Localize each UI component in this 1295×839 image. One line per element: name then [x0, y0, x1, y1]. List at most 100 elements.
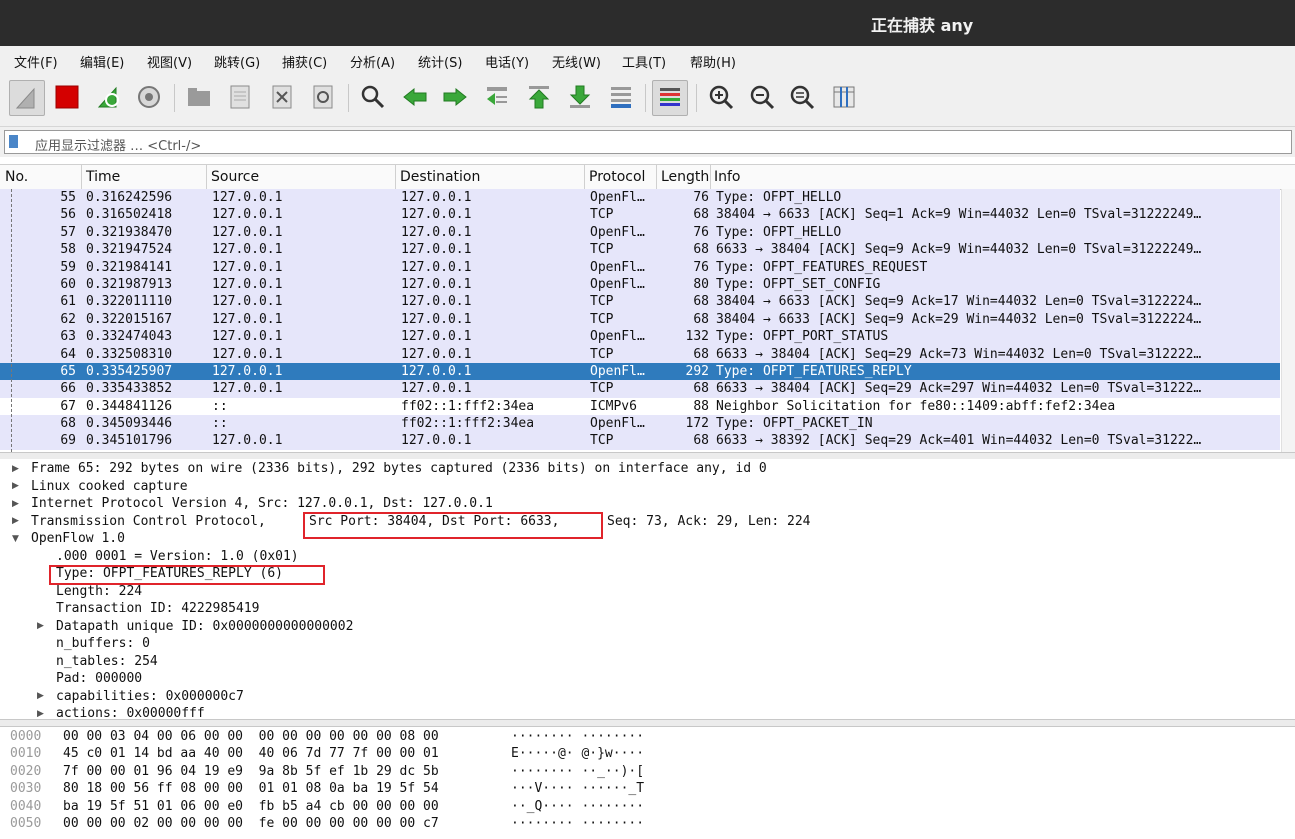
close-file-button[interactable] [267, 82, 297, 112]
packet-row[interactable]: 59 0.321984141 127.0.0.1 127.0.0.1 OpenFl… 76… [0, 258, 1280, 276]
detail-of-ntables[interactable]: n_tables: 254 [56, 653, 158, 670]
detail-ipv4[interactable]: Internet Protocol Version 4, Src: 127.0.… [31, 495, 493, 512]
detail-tcp-prefix[interactable]: Transmission Control Protocol, [31, 513, 266, 530]
detail-linux-cooked[interactable]: Linux cooked capture [31, 478, 188, 495]
detail-of-version[interactable]: .000 0001 = Version: 1.0 (0x01) [56, 548, 299, 565]
start-capture-button[interactable] [9, 80, 45, 116]
cell-time: 0.316242596 [86, 190, 173, 205]
window-title: 正在捕获 any [871, 16, 974, 35]
go-first-button[interactable] [524, 82, 554, 112]
packet-row[interactable]: 60 0.321987913 127.0.0.1 127.0.0.1 OpenFl… 80… [0, 275, 1280, 294]
packet-row[interactable]: 62 0.322015167 127.0.0.1 127.0.0.1 TCP 68 3840… [0, 310, 1280, 329]
go-to-packet-button[interactable] [482, 82, 512, 112]
pane-splitter[interactable] [0, 719, 1295, 727]
menu-view[interactable]: 视图(V) [147, 52, 192, 71]
packet-row[interactable]: 55 0.316242596 127.0.0.1 127.0.0.1 OpenFl… 76… [0, 189, 1280, 207]
cell-source: 127.0.0.1 [212, 311, 283, 327]
hex-ascii: ···V···· ······_T [511, 781, 645, 797]
detail-of-capabilities[interactable]: capabilities: 0x000000c7 [56, 688, 244, 705]
resize-columns-button[interactable] [829, 82, 859, 112]
stop-capture-button[interactable] [52, 82, 82, 112]
go-forward-button[interactable] [440, 82, 470, 112]
menu-file[interactable]: 文件(F) [14, 52, 58, 71]
detail-frame[interactable]: Frame 65: 292 bytes on wire (2336 bits),… [31, 460, 767, 477]
packet-row[interactable]: 56 0.316502418 127.0.0.1 127.0.0.1 TCP 68 3840… [0, 206, 1280, 224]
hex-ascii: ········ ········ [511, 729, 645, 744]
toolbar-separator [348, 84, 349, 112]
packet-row[interactable]: 65 0.335425907 127.0.0.1 127.0.0.1 OpenFl… 29… [0, 362, 1280, 381]
column-length[interactable]: Length [661, 169, 709, 185]
column-no[interactable]: No. [5, 169, 28, 185]
hex-row[interactable]: 0040 ba 19 5f 51 01 06 00 e0 fb b5 a4 cb … [0, 798, 1295, 815]
packet-row[interactable]: 58 0.321947524 127.0.0.1 127.0.0.1 TCP 68 6633… [0, 241, 1280, 259]
hex-row[interactable]: 0030 80 18 00 56 ff 08 00 00 01 01 08 0a … [0, 780, 1295, 797]
hex-row[interactable]: 0050 00 00 00 02 00 00 00 00 fe 00 00 00 … [0, 815, 1295, 832]
hex-row[interactable]: 0010 45 c0 01 14 bd aa 40 00 40 06 7d 77 … [0, 745, 1295, 762]
menu-analyze[interactable]: 分析(A) [350, 52, 395, 71]
display-filter-input[interactable]: 应用显示过滤器 … <Ctrl-/> [4, 130, 1292, 154]
column-protocol[interactable]: Protocol [589, 169, 645, 185]
packet-row[interactable]: 57 0.321938470 127.0.0.1 127.0.0.1 OpenFl… 76… [0, 223, 1280, 242]
zoom-normal-button[interactable] [787, 82, 817, 112]
go-back-button[interactable] [400, 82, 430, 112]
detail-of-nbuffers[interactable]: n_buffers: 0 [56, 635, 150, 652]
packet-row[interactable]: 66 0.335433852 127.0.0.1 127.0.0.1 TCP 68 6633… [0, 380, 1280, 398]
detail-of-xid[interactable]: Transaction ID: 4222985419 [56, 600, 260, 617]
column-source[interactable]: Source [211, 169, 259, 185]
column-time[interactable]: Time [86, 169, 120, 185]
detail-of-pad[interactable]: Pad: 000000 [56, 670, 142, 687]
menu-capture[interactable]: 捕获(C) [282, 52, 327, 71]
column-destination[interactable]: Destination [400, 169, 480, 185]
auto-scroll-button[interactable] [606, 82, 636, 112]
cell-destination: 127.0.0.1 [401, 259, 472, 275]
column-info[interactable]: Info [714, 169, 741, 185]
cell-length: 172 [685, 416, 709, 432]
detail-of-datapath[interactable]: Datapath unique ID: 0x0000000000000002 [56, 618, 353, 635]
zoom-in-button[interactable] [706, 82, 736, 112]
hex-row[interactable]: 0020 7f 00 00 01 96 04 19 e9 9a 8b 5f ef … [0, 763, 1295, 780]
menu-tools[interactable]: 工具(T) [622, 52, 666, 71]
cell-length: 292 [685, 363, 709, 379]
menu-statistics[interactable]: 统计(S) [418, 52, 462, 71]
menu-telephony[interactable]: 电话(Y) [485, 52, 529, 71]
go-last-button[interactable] [565, 82, 595, 112]
cell-destination: 127.0.0.1 [401, 190, 472, 205]
title-bar: 正在捕获 any [0, 0, 1295, 46]
packet-row[interactable]: 63 0.332474043 127.0.0.1 127.0.0.1 OpenFl… 13… [0, 328, 1280, 346]
menu-go[interactable]: 跳转(G) [214, 52, 260, 71]
go-last-icon [569, 85, 591, 108]
find-packet-button[interactable] [358, 82, 388, 112]
cell-time: 0.321938470 [86, 224, 173, 240]
packet-row[interactable]: 61 0.322011110 127.0.0.1 127.0.0.1 TCP 68 3840… [0, 293, 1280, 311]
zoom-in-icon [709, 85, 734, 110]
save-file-icon [230, 85, 250, 109]
zoom-out-button[interactable] [747, 82, 777, 112]
detail-of-length[interactable]: Length: 224 [56, 583, 142, 600]
detail-of-actions[interactable]: actions: 0x00000fff [56, 705, 205, 717]
cell-protocol: TCP [590, 346, 614, 362]
packet-row[interactable]: 67 0.344841126:: ff02::1:fff2:34ea ICMPv6 88… [0, 397, 1280, 416]
restart-capture-button[interactable] [94, 82, 124, 112]
hex-bytes: 00 00 03 04 00 06 00 00 00 00 00 00 00 0… [63, 729, 439, 744]
detail-openflow[interactable]: OpenFlow 1.0 [31, 530, 125, 547]
cell-source: 127.0.0.1 [212, 363, 283, 379]
detail-tcp-suffix[interactable]: Seq: 73, Ack: 29, Len: 224 [607, 513, 811, 530]
menu-edit[interactable]: 编辑(E) [80, 52, 124, 71]
cell-source: 127.0.0.1 [212, 329, 283, 345]
reload-file-button[interactable] [308, 82, 338, 112]
hex-row[interactable]: 0000 00 00 03 04 00 06 00 00 00 00 00 00 … [0, 728, 1295, 745]
save-file-button[interactable] [225, 82, 255, 112]
menu-help[interactable]: 帮助(H) [690, 52, 736, 71]
bookmark-icon[interactable] [9, 135, 18, 148]
open-file-button[interactable] [184, 82, 214, 112]
packet-row[interactable]: 64 0.332508310 127.0.0.1 127.0.0.1 TCP 68 6633… [0, 345, 1280, 363]
capture-options-button[interactable] [134, 82, 164, 112]
packet-row[interactable]: 68 0.345093446:: ff02::1:fff2:34ea OpenFl… 1… [0, 415, 1280, 433]
packet-row[interactable]: 69 0.345101796 127.0.0.1 127.0.0.1 TCP 68 6633… [0, 432, 1280, 450]
packet-list-header: No. Time Source Destination Protocol Len… [0, 164, 1295, 190]
cell-destination: 127.0.0.1 [401, 224, 472, 240]
cell-time: 0.321947524 [86, 242, 173, 258]
packet-list-scrollbar[interactable] [1281, 189, 1295, 452]
colorize-button[interactable] [652, 80, 688, 116]
menu-wireless[interactable]: 无线(W) [552, 52, 601, 71]
